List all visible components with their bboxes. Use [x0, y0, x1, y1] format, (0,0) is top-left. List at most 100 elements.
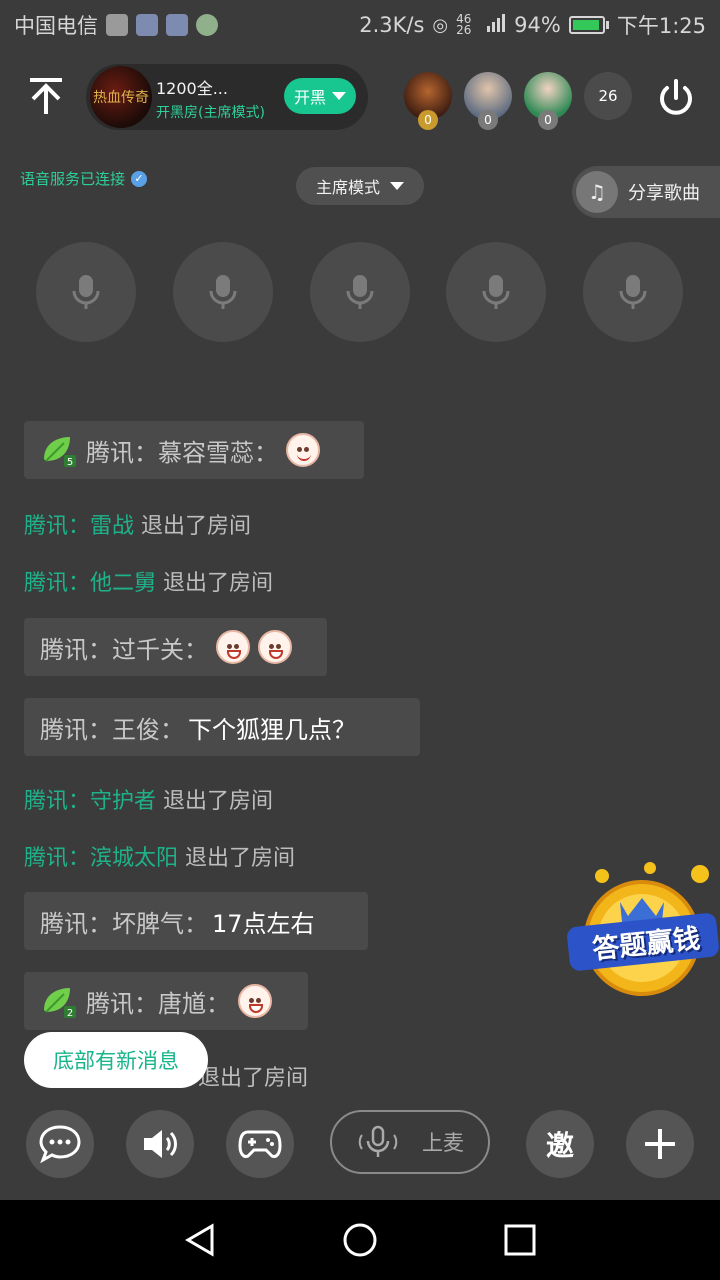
chat-text: 腾讯：慕容雪蕊：	[86, 438, 278, 467]
username[interactable]: 腾讯：他二舅	[24, 571, 156, 596]
microphone-icon	[72, 275, 100, 309]
volume-button[interactable]	[126, 1110, 194, 1178]
notification-icon	[106, 14, 128, 36]
microphone-icon	[482, 275, 510, 309]
chat-text: 腾讯：过千关：	[40, 635, 208, 664]
system-message: 腾讯：滨城太阳 退出了房间	[24, 840, 295, 872]
battery-percent: 94%	[514, 13, 561, 37]
chat-message: 2 腾讯：唐馗：	[24, 972, 308, 1030]
network-speed: 2.3K/s	[359, 13, 425, 37]
share-song-label: 分享歌曲	[628, 183, 700, 204]
signal-icon: 46 26	[456, 12, 472, 37]
power-icon[interactable]	[654, 76, 698, 120]
microphone-icon	[619, 275, 647, 309]
member-avatar[interactable]: 0	[524, 72, 572, 130]
recent-apps-icon[interactable]	[500, 1220, 540, 1260]
take-mic-button[interactable]: 上麦	[330, 1110, 490, 1174]
chat-button[interactable]	[26, 1110, 94, 1178]
member-badge: 0	[478, 110, 498, 130]
level-leaf-icon: 2	[40, 984, 78, 1019]
room-name: 1200全...	[156, 79, 228, 98]
room-info[interactable]: 热血传奇 1200全... 开黑房(主席模式) 开黑	[86, 64, 368, 130]
music-note-icon: ♫	[576, 171, 618, 213]
game-button[interactable]	[226, 1110, 294, 1178]
system-text: 退出了房间	[156, 789, 274, 814]
home-icon[interactable]	[340, 1220, 380, 1260]
open-room-label: 开黑	[293, 88, 326, 107]
username[interactable]: 腾讯：雷战	[24, 514, 134, 539]
invite-label: 邀	[545, 1129, 574, 1162]
system-text: 退出了房间	[156, 571, 274, 596]
system-text: 退出了房间	[178, 846, 296, 871]
carrier-label: 中国电信	[14, 14, 98, 38]
member-badge: 0	[418, 110, 438, 130]
username[interactable]: 腾讯：滨城太阳	[24, 846, 178, 871]
chat-message: 腾讯：坏脾气： 17点左右	[24, 892, 368, 950]
battery-icon	[568, 16, 609, 34]
share-song-button[interactable]: ♫ 分享歌曲	[572, 166, 720, 218]
system-message: 退出了房间	[198, 1060, 308, 1092]
mic-seat[interactable]	[583, 242, 683, 342]
chat-message: 腾讯：过千关：	[24, 618, 327, 676]
open-room-button[interactable]: 开黑	[284, 78, 356, 114]
member-avatar[interactable]: 0	[464, 72, 512, 130]
mode-selector[interactable]: 主席模式	[296, 167, 424, 205]
microphone-icon	[209, 275, 237, 309]
grin-emoji-icon	[216, 630, 250, 664]
plus-icon	[645, 1129, 675, 1159]
invite-button[interactable]: 邀	[526, 1110, 594, 1178]
username[interactable]: 腾讯：守护者	[24, 789, 156, 814]
member-count[interactable]: 26	[584, 72, 632, 120]
microphone-icon	[358, 1125, 398, 1157]
mic-seat[interactable]	[173, 242, 273, 342]
signal-bars-icon	[486, 13, 506, 37]
mode-label: 主席模式	[315, 178, 380, 197]
bottom-toolbar: 上麦 邀	[0, 1108, 720, 1182]
system-text: 退出了房间	[134, 514, 252, 539]
grin-emoji-icon	[258, 630, 292, 664]
svg-text:2: 2	[67, 1008, 73, 1018]
room-header: 热血传奇 1200全... 开黑房(主席模式) 开黑 0 0 0 26	[0, 62, 720, 132]
chevron-down-icon	[390, 182, 404, 190]
system-message: 腾讯：守护者 退出了房间	[24, 783, 273, 815]
back-icon[interactable]	[180, 1220, 220, 1260]
chat-sender: 腾讯：王俊：	[40, 715, 184, 744]
system-nav-bar	[0, 1200, 720, 1280]
collapse-up-icon[interactable]	[24, 74, 68, 118]
voice-status-label: 语音服务已连接	[20, 170, 126, 188]
chat-text: 下个狐狸几点？	[188, 715, 356, 744]
chat-sender: 腾讯：坏脾气：	[40, 909, 208, 938]
status-bar: 中国电信 2.3K/s ◎ 46 26 94% 下午1:25	[0, 0, 720, 50]
app-notification-icon	[196, 14, 218, 36]
hotspot-icon: ◎	[432, 14, 449, 36]
microphone-icon	[346, 275, 374, 309]
system-message: 腾讯：他二舅 退出了房间	[24, 565, 273, 597]
svg-text:5: 5	[67, 457, 73, 467]
clock: 下午1:25	[616, 14, 706, 38]
member-badge: 0	[538, 110, 558, 130]
chat-message: 腾讯：王俊： 下个狐狸几点？	[24, 698, 420, 756]
mic-seat[interactable]	[446, 242, 546, 342]
speaker-icon	[144, 1130, 177, 1158]
chevron-down-icon	[332, 92, 346, 100]
new-message-toast[interactable]: 底部有新消息	[24, 1032, 208, 1088]
system-message: 腾讯：雷战 退出了房间	[24, 508, 251, 540]
take-mic-label: 上麦	[422, 1131, 464, 1155]
check-icon: ✓	[131, 170, 148, 187]
quiz-reward-button[interactable]: 答题赢钱	[562, 858, 720, 1000]
grin-emoji-icon	[238, 984, 272, 1018]
member-avatar[interactable]: 0	[404, 72, 452, 130]
level-leaf-icon: 5	[40, 433, 78, 468]
chat-text: 腾讯：唐馗：	[86, 989, 230, 1018]
smile-emoji-icon	[286, 433, 320, 467]
chat-message: 5 腾讯：慕容雪蕊：	[24, 421, 364, 479]
mic-seat[interactable]	[36, 242, 136, 342]
baidu-paw-icon	[136, 14, 158, 36]
add-button[interactable]	[626, 1110, 694, 1178]
mic-seat[interactable]	[310, 242, 410, 342]
chat-bubble-icon	[39, 1125, 81, 1164]
room-avatar: 热血传奇	[90, 66, 152, 128]
chat-text: 17点左右	[212, 909, 315, 938]
system-text: 退出了房间	[198, 1066, 309, 1091]
room-type: 开黑房(主席模式)	[156, 105, 265, 121]
